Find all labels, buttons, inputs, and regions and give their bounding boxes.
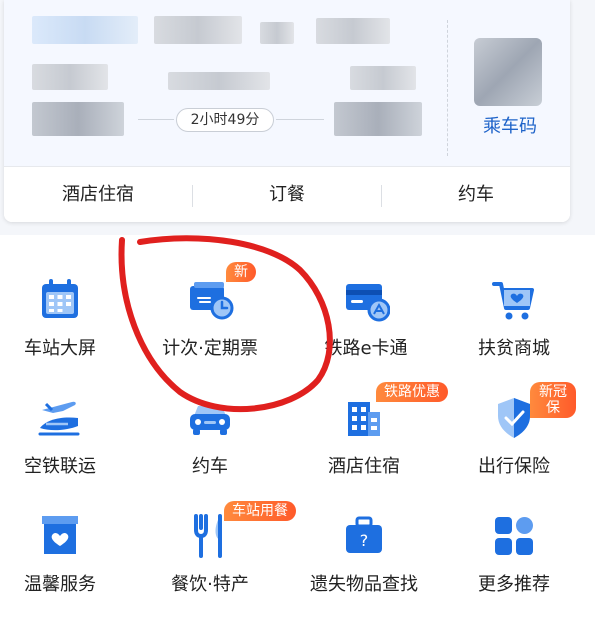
red-annotation-circle [118, 235, 333, 413]
